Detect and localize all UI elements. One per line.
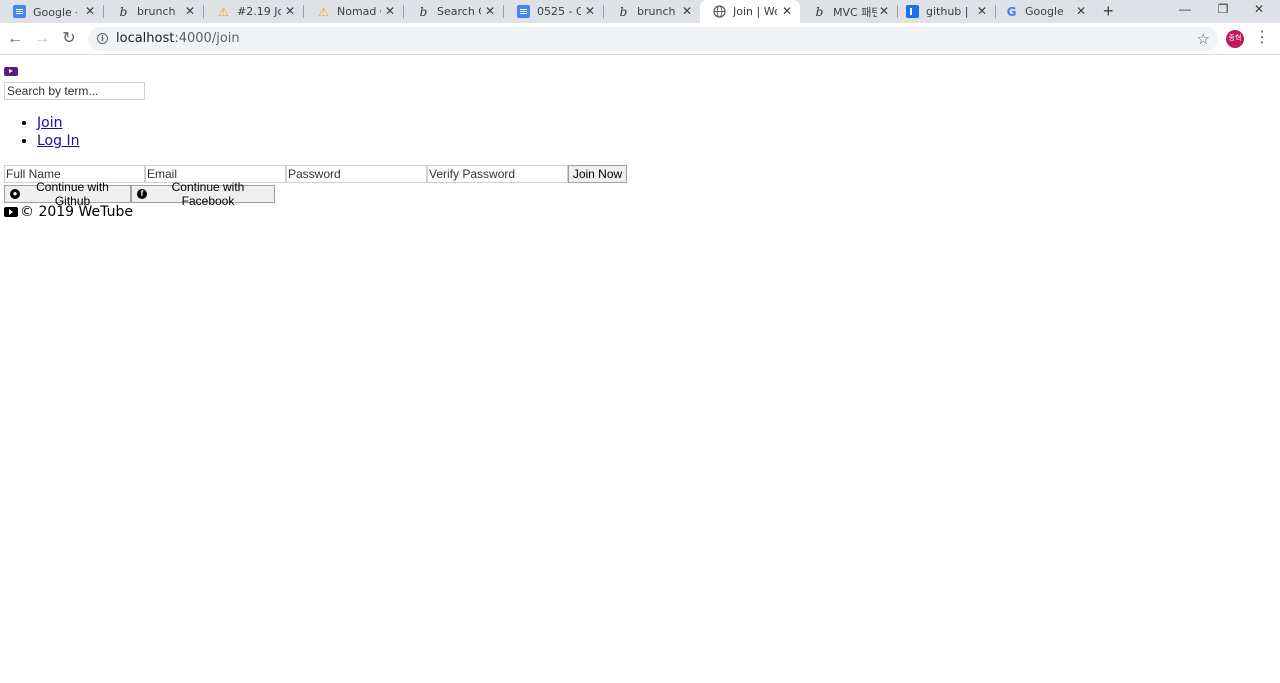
browser-tab[interactable]: b MVC 패턴 ✕ bbox=[800, 0, 897, 23]
info-icon[interactable]: i bbox=[97, 33, 108, 44]
url-text[interactable]: localhost:4000/join bbox=[116, 27, 240, 51]
close-icon[interactable]: ✕ bbox=[682, 4, 692, 18]
nav-item-join: Join bbox=[37, 114, 79, 132]
login-link[interactable]: Log In bbox=[37, 133, 79, 149]
browser-toolbar: ← → ↻ i localhost:4000/join ☆ 종혁 ⋮ bbox=[0, 23, 1280, 55]
join-now-button[interactable]: Join Now bbox=[568, 165, 627, 183]
tab-title: #2.19 Join bbox=[237, 5, 281, 18]
facebook-icon: f bbox=[137, 189, 147, 199]
browser-tab-active[interactable]: Join | We ✕ bbox=[700, 0, 800, 23]
brunch-icon: b bbox=[119, 4, 128, 19]
browser-tab[interactable]: b brunch ✕ bbox=[604, 0, 700, 23]
tab-title: MVC 패턴 bbox=[833, 5, 877, 19]
browser-tab[interactable]: b Search Co ✕ bbox=[404, 0, 503, 23]
globe-icon bbox=[713, 5, 726, 18]
browser-tab[interactable]: b brunch ✕ bbox=[104, 0, 203, 23]
forward-icon[interactable]: → bbox=[32, 29, 52, 49]
bookmark-star-icon[interactable]: ☆ bbox=[1197, 27, 1210, 51]
tab-title: Search Co bbox=[437, 5, 481, 18]
close-icon[interactable]: ✕ bbox=[85, 4, 95, 18]
close-icon[interactable]: ✕ bbox=[385, 4, 395, 18]
close-icon[interactable]: ✕ bbox=[585, 4, 595, 18]
tab-title: brunch bbox=[137, 5, 176, 18]
url-host: localhost bbox=[116, 31, 175, 46]
browser-tab[interactable]: github | F ✕ bbox=[893, 0, 995, 23]
google-docs-icon bbox=[517, 5, 530, 18]
browser-tab[interactable]: Google 문 ✕ bbox=[0, 0, 103, 23]
reload-icon[interactable]: ↻ bbox=[59, 29, 79, 49]
brunch-icon: b bbox=[815, 4, 824, 19]
github-login-button[interactable]: ● Continue with Github bbox=[4, 180, 131, 208]
tab-strip: Google 문 ✕ b brunch ✕ ⚠ #2.19 Join ✕ ⚠ N… bbox=[0, 0, 1280, 23]
flag-icon bbox=[906, 5, 919, 18]
youtube-logo-icon[interactable] bbox=[4, 67, 18, 76]
page-footer: © 2019 WeTube bbox=[4, 204, 133, 220]
browser-tab[interactable]: ⚠ #2.19 Join ✕ bbox=[204, 0, 303, 23]
close-icon[interactable]: ✕ bbox=[879, 4, 889, 18]
close-icon[interactable]: ✕ bbox=[285, 4, 295, 18]
url-path: :4000/join bbox=[174, 31, 240, 46]
address-bar[interactable]: i localhost:4000/join ☆ bbox=[88, 27, 1218, 51]
close-icon[interactable]: ✕ bbox=[485, 4, 495, 18]
browser-tab[interactable]: ⚠ Nomad C ✕ bbox=[304, 0, 403, 23]
github-icon: ● bbox=[10, 189, 20, 199]
more-menu-icon[interactable]: ⋮ bbox=[1254, 28, 1270, 48]
password-field[interactable] bbox=[286, 165, 427, 183]
tab-title: brunch bbox=[637, 5, 676, 18]
nav-item-login: Log In bbox=[37, 132, 79, 150]
tab-title: Join | We bbox=[733, 5, 777, 18]
facebook-login-button[interactable]: f Continue with Facebook bbox=[131, 180, 275, 208]
tab-title: Nomad C bbox=[337, 5, 381, 18]
browser-tab[interactable]: 0525 - Go ✕ bbox=[504, 0, 603, 23]
nomad-icon: ⚠ bbox=[318, 4, 329, 19]
main-nav: Join Log In bbox=[0, 114, 79, 150]
youtube-icon bbox=[4, 207, 18, 217]
tab-title: 0525 - Go bbox=[537, 5, 581, 18]
close-icon[interactable]: ✕ bbox=[977, 4, 987, 18]
brunch-icon: b bbox=[419, 4, 428, 19]
tab-title: Google 문 bbox=[33, 5, 77, 19]
close-icon[interactable]: ✕ bbox=[185, 4, 195, 18]
google-icon: G bbox=[1006, 4, 1017, 19]
verify-password-field[interactable] bbox=[427, 165, 568, 183]
brunch-icon: b bbox=[619, 4, 628, 19]
social-login: ● Continue with Github f Continue with F… bbox=[4, 180, 275, 208]
join-link[interactable]: Join bbox=[37, 115, 62, 131]
close-icon[interactable]: ✕ bbox=[782, 4, 792, 18]
facebook-button-label: Continue with Facebook bbox=[171, 180, 245, 208]
tab-title: Google bbox=[1025, 5, 1064, 18]
browser-tab[interactable]: G Google ✕ bbox=[992, 0, 1094, 23]
tab-title: github | F bbox=[926, 5, 970, 18]
google-docs-icon bbox=[13, 5, 26, 18]
nomad-icon: ⚠ bbox=[218, 4, 229, 19]
page-content: Join Log In Join Now ● Continue with Git… bbox=[0, 56, 1280, 683]
close-window-icon[interactable]: ✕ bbox=[1236, 0, 1280, 20]
new-tab-button[interactable]: + bbox=[1103, 0, 1114, 22]
copyright-text: © 2019 WeTube bbox=[20, 204, 133, 220]
profile-avatar[interactable]: 종혁 bbox=[1226, 30, 1244, 48]
search-input[interactable] bbox=[4, 82, 145, 100]
back-icon[interactable]: ← bbox=[5, 29, 25, 49]
close-icon[interactable]: ✕ bbox=[1076, 4, 1086, 18]
